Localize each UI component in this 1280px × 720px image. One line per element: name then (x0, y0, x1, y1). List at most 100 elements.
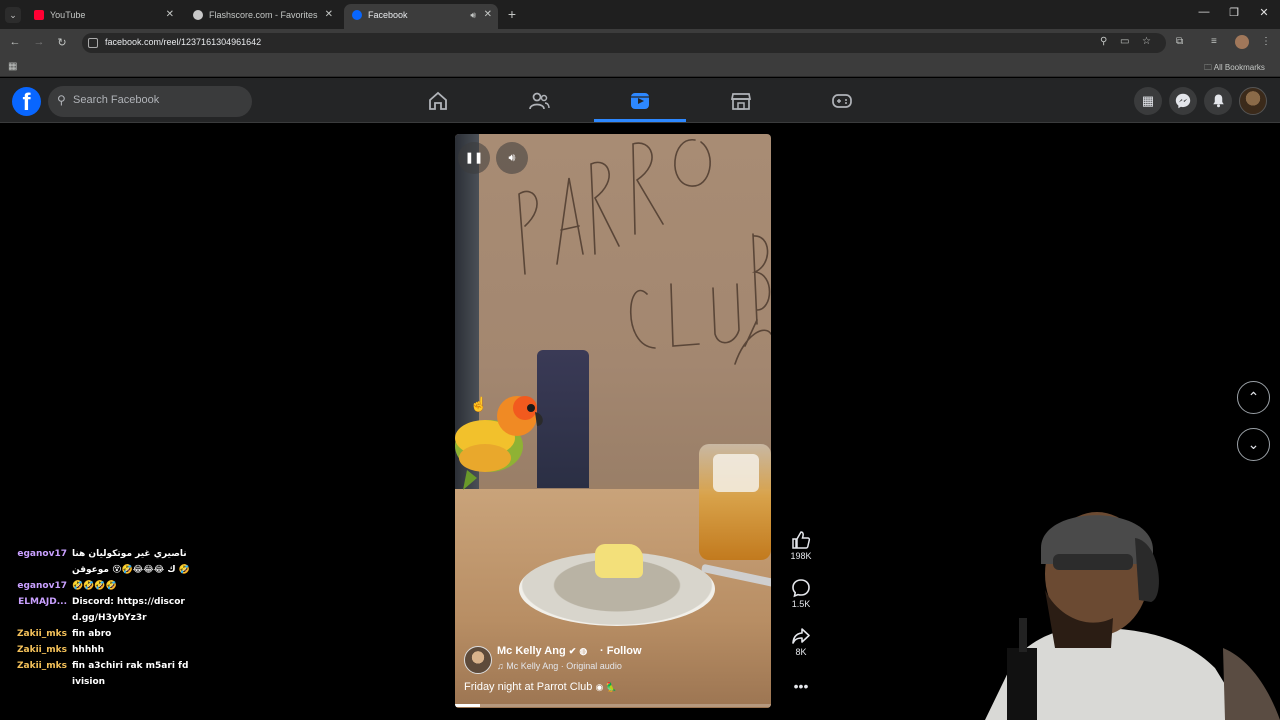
chat-username: Zakii_mks (17, 645, 67, 655)
tab-flashscore[interactable]: Flashscore.com - Favorites ✕ (185, 4, 339, 26)
friends-icon[interactable] (528, 91, 550, 111)
tab-title: YouTube (50, 10, 86, 20)
gaming-icon[interactable] (831, 91, 853, 111)
author-name[interactable]: Mc Kelly Ang ✔ ◍ (497, 645, 587, 657)
menu-kebab-icon[interactable]: ⋮ (1261, 36, 1271, 47)
ice-cube (713, 454, 759, 492)
active-tab-indicator (594, 119, 686, 122)
video-progress-fill (455, 704, 481, 707)
search-input[interactable]: Search Facebook (73, 94, 159, 106)
pause-button[interactable]: ❚❚ (458, 142, 490, 174)
video-progress-bar[interactable] (455, 704, 771, 707)
bookmarks-bar: ▦ 🗀 All Bookmarks (0, 57, 1280, 77)
home-icon[interactable] (427, 91, 449, 111)
tab-title: Facebook (368, 10, 408, 20)
chat-username: ELMAJD... (18, 597, 67, 607)
chat-username: eganov17 (17, 581, 67, 591)
bookmark-star-icon[interactable]: ☆ (1142, 36, 1151, 47)
facebook-logo[interactable]: f (12, 87, 41, 116)
all-bookmarks-button[interactable]: 🗀 All Bookmarks (1204, 62, 1265, 76)
site-info-icon[interactable] (88, 38, 98, 48)
reel-video[interactable]: ❚❚ 🔊︎ Mc Kelly Ang ✔ ◍ · Follow ♫ Mc Kel… (455, 134, 771, 708)
follow-label: Follow (606, 645, 642, 657)
reel-caption: Friday night at Parrot Club ◉ 🦜 (464, 681, 617, 693)
follow-button[interactable]: · Follow (600, 645, 642, 657)
account-avatar[interactable] (1239, 87, 1267, 115)
tab-search-icon[interactable]: ⌄ (5, 7, 21, 23)
close-window-icon[interactable]: ✕ (1257, 6, 1271, 19)
flashscore-icon (193, 10, 203, 20)
comment-count: 1.5K (791, 599, 811, 609)
extensions-icon[interactable]: ⧉ (1176, 36, 1183, 47)
tab-facebook[interactable]: Facebook 🔊︎ ✕ (344, 4, 498, 29)
zoom-icon[interactable]: ⚲ (1100, 36, 1107, 47)
reels-icon[interactable] (629, 91, 651, 111)
share-count: 8K (795, 647, 807, 657)
back-icon[interactable]: ← (8, 36, 22, 48)
caption-emoji: ◉ 🦜 (595, 682, 618, 692)
share-button[interactable]: 8K (783, 626, 819, 657)
stream-chat: eganov17 ناصيري غير موتكوليان هناك 😂😂😂🤣😵 … (0, 546, 190, 690)
chat-username: Zakii_mks (17, 661, 67, 671)
comment-button[interactable]: 1.5K (783, 578, 819, 609)
comment-icon (783, 578, 819, 598)
chat-message: eganov17 ناصيري غير موتكوليان هناك 😂😂😂🤣😵 … (0, 546, 190, 578)
media-controls-icon[interactable]: ≡ (1211, 36, 1217, 47)
chat-message: Zakii_mks fin a3chiri rak m5ari fdivision (0, 658, 190, 690)
close-tab-icon[interactable]: ✕ (325, 4, 333, 26)
url-text: facebook.com/reel/1237161304961642 (105, 37, 262, 47)
close-tab-icon[interactable]: ✕ (484, 4, 492, 26)
search-icon: ⚲ (57, 93, 66, 107)
chat-message: eganov17 🤣🤣🤣🤣 (0, 578, 190, 594)
like-button[interactable]: 198K (783, 530, 819, 561)
globe-icon: ◍ (579, 646, 588, 656)
profile-avatar[interactable] (1235, 35, 1249, 49)
tab-youtube[interactable]: YouTube ✕ (26, 4, 180, 26)
more-options-icon[interactable]: ••• (783, 678, 819, 694)
marketplace-icon[interactable] (730, 91, 752, 111)
chat-username: Zakii_mks (17, 629, 67, 639)
chat-message: ELMAJD... Discord: https://discord.gg/H3y… (0, 594, 190, 626)
audio-label: Mc Kelly Ang · Original audio (506, 661, 622, 671)
parrot-club-sign-drawing (518, 139, 771, 365)
previous-reel-button[interactable]: ⌃ (1237, 381, 1270, 414)
apps-grid-icon[interactable]: ▦ (8, 62, 18, 72)
mouse-cursor-icon: ☝ (470, 396, 488, 412)
messenger-icon[interactable] (1169, 87, 1197, 115)
all-bookmarks-label: All Bookmarks (1213, 63, 1265, 72)
chat-text: Discord: https://discord.gg/H3ybYz3r (72, 597, 185, 623)
notifications-bell-icon[interactable] (1204, 87, 1232, 115)
chat-text: hhhhh (72, 645, 105, 655)
author-name-text: Mc Kelly Ang (497, 645, 566, 657)
thumbs-up-icon (783, 530, 819, 550)
music-note-icon: ♫ (497, 661, 504, 671)
close-tab-icon[interactable]: ✕ (166, 4, 174, 26)
search-bar[interactable]: ⚲ Search Facebook (48, 86, 252, 117)
author-avatar[interactable] (464, 646, 492, 674)
next-reel-button[interactable]: ⌄ (1237, 428, 1270, 461)
reload-icon[interactable]: ↻ (55, 36, 69, 49)
volume-icon[interactable]: 🔊︎ (496, 142, 528, 174)
address-bar[interactable]: facebook.com/reel/1237161304961642 ⚲ ▭ ☆ (82, 33, 1166, 53)
cast-icon[interactable]: ▭ (1120, 36, 1129, 47)
streamer-webcam (985, 512, 1280, 720)
chat-text: 🤣🤣🤣🤣 (72, 581, 117, 591)
new-tab-button[interactable]: + (505, 6, 519, 22)
menu-grid-icon[interactable]: ▦ (1134, 87, 1162, 115)
forward-icon[interactable]: → (32, 36, 46, 48)
speaker-icon[interactable]: 🔊︎ (470, 4, 476, 26)
original-audio-link[interactable]: ♫ Mc Kelly Ang · Original audio (497, 661, 622, 671)
facebook-icon (352, 10, 362, 20)
youtube-icon (34, 10, 44, 20)
chat-message: Zakii_mks hhhhh (0, 642, 190, 658)
chat-text: fin a3chiri rak m5ari fdivision (72, 661, 189, 687)
chat-username: eganov17 (17, 549, 67, 559)
minimize-icon[interactable]: — (1197, 6, 1211, 18)
restore-icon[interactable]: ❐ (1227, 6, 1241, 19)
chat-message: Zakii_mks fin abro (0, 626, 190, 642)
chat-text: fin abro (72, 629, 112, 639)
tab-title: Flashscore.com - Favorites (209, 10, 318, 20)
browser-tab-bar: ⌄ YouTube ✕ Flashscore.com - Favorites ✕… (0, 0, 1280, 29)
butter (595, 544, 643, 578)
facebook-header: f ⚲ Search Facebook ▦ (0, 78, 1280, 123)
